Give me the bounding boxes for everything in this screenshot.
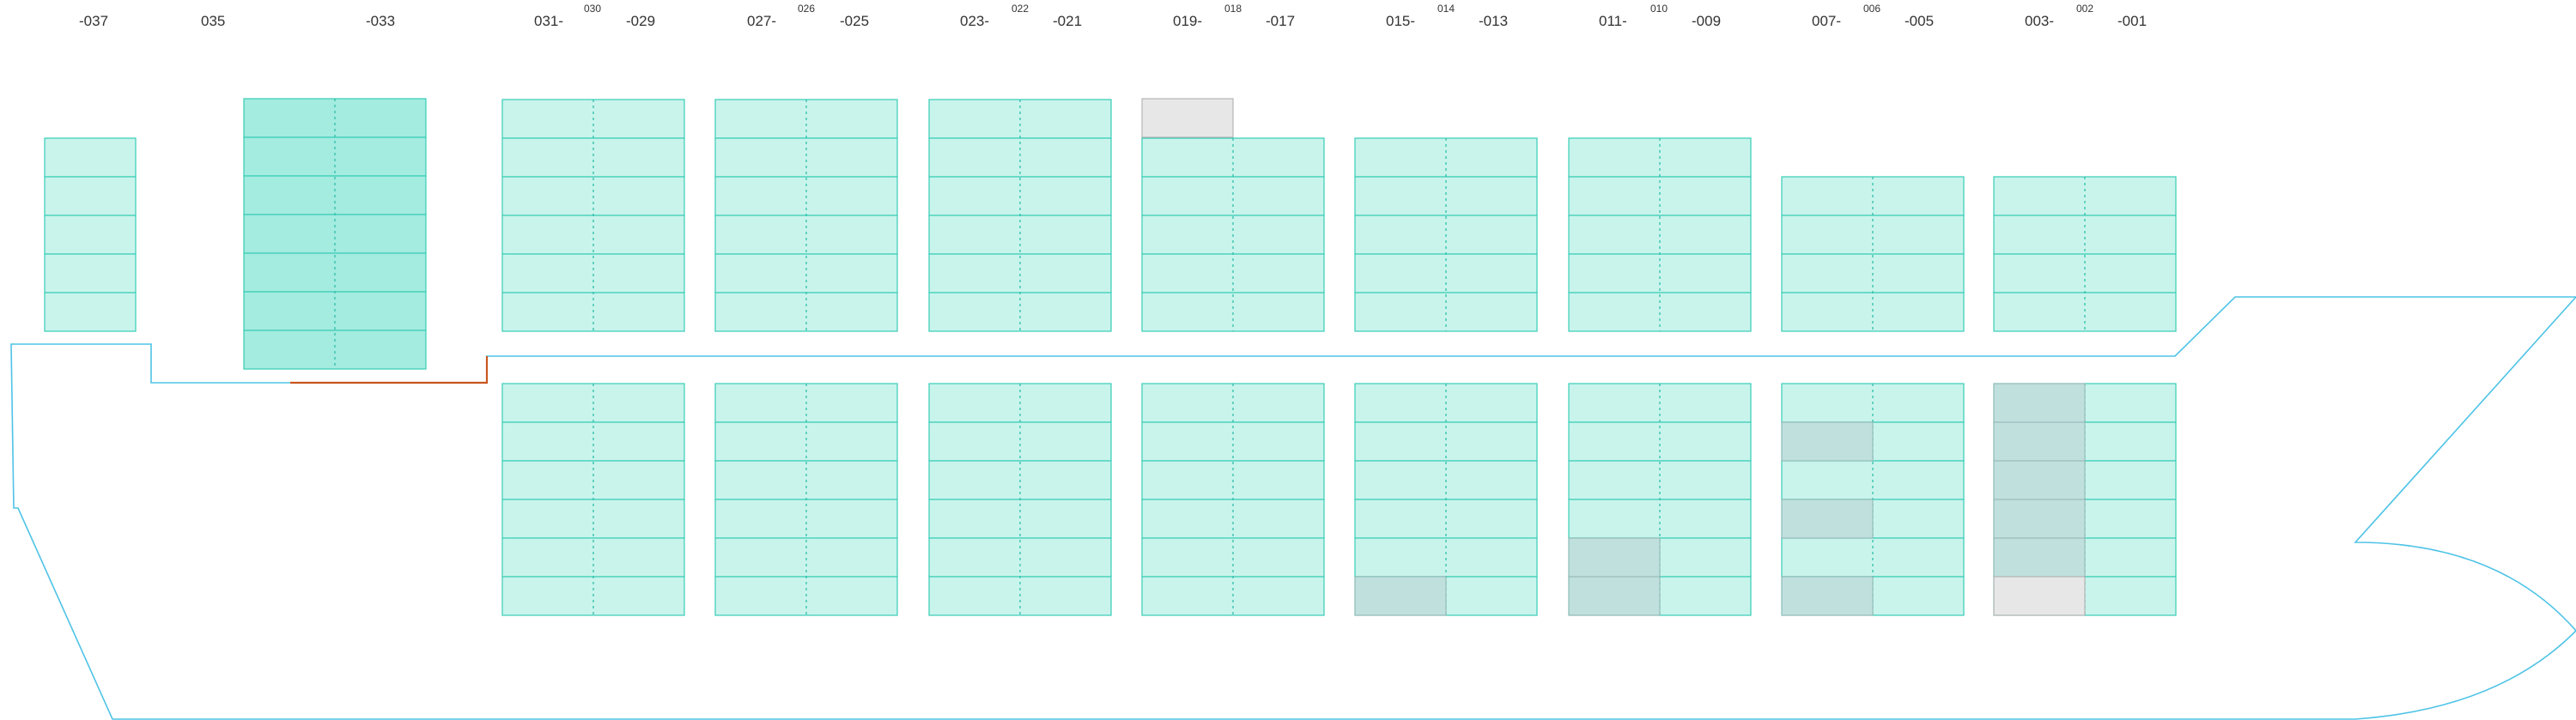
occupied-slot[interactable] [1993, 460, 2086, 500]
bay-label: 030 [584, 3, 601, 15]
container-stack [1568, 383, 1752, 616]
bay-label: -005 [1905, 13, 1934, 29]
container-stack [1781, 176, 1965, 332]
container-slot[interactable] [44, 176, 137, 216]
occupied-slot[interactable] [1781, 576, 1874, 616]
occupied-slot[interactable] [1568, 537, 1661, 578]
container-stack [1993, 176, 2177, 332]
container-stack [1141, 383, 1325, 616]
bay-label: 035 [201, 13, 225, 29]
bay-label: 010 [1650, 3, 1668, 15]
container-slot[interactable] [44, 137, 137, 178]
deck-stacks [44, 98, 2177, 370]
bay-label: 002 [2076, 3, 2093, 15]
occupied-slot[interactable] [1993, 499, 2086, 539]
container-stack [1568, 137, 1752, 332]
container-stack [1354, 383, 1538, 616]
bay-label: -021 [1053, 13, 1082, 29]
bay-label: -025 [840, 13, 869, 29]
container-stack [928, 99, 1112, 332]
occupied-slot[interactable] [1993, 576, 2086, 616]
bay-label: 003- [2025, 13, 2054, 29]
bay-label: -017 [1266, 13, 1295, 29]
occupied-slot[interactable] [1141, 98, 1234, 138]
bay-label: 022 [1012, 3, 1029, 15]
container-stack [1993, 383, 2177, 616]
container-stack [501, 99, 685, 332]
bay-label: 015- [1386, 13, 1415, 29]
bay-labels: -037 035 -033 031- 030 -029 027- 026 -025 023- 022… [79, 3, 2147, 29]
container-slot[interactable] [44, 292, 137, 332]
bay-label: 023- [960, 13, 989, 29]
bay-label: 011- [1599, 13, 1627, 29]
container-slot[interactable] [44, 253, 137, 293]
bay-label: -001 [2117, 13, 2147, 29]
occupied-slot[interactable] [1781, 421, 1874, 462]
container-stack [44, 137, 137, 332]
container-stack [1354, 137, 1538, 332]
container-stack [714, 383, 898, 616]
occupied-slot[interactable] [1993, 421, 2086, 462]
bay-label: 014 [1437, 3, 1455, 15]
bay-label: -013 [1479, 13, 1508, 29]
occupied-slot[interactable] [1993, 383, 2086, 423]
hold-stacks [501, 383, 2177, 616]
bay-label: -009 [1692, 13, 1721, 29]
container-stack [714, 99, 898, 332]
container-slot[interactable] [44, 215, 137, 255]
occupied-slot[interactable] [1781, 499, 1874, 539]
bay-label: 026 [798, 3, 815, 15]
ship-bay-plan: -037 035 -033 031- 030 -029 027- 026 -025 023- 022… [10, 3, 2576, 720]
container-stack [928, 383, 1112, 616]
bay-label: 031- [534, 13, 563, 29]
container-stack [243, 98, 427, 370]
bay-label: 027- [747, 13, 776, 29]
bay-label: 018 [1224, 3, 1242, 15]
bay-label: 007- [1812, 13, 1841, 29]
occupied-slot[interactable] [1568, 576, 1661, 616]
bay-label: 019- [1173, 13, 1202, 29]
container-stack [501, 383, 685, 616]
bay-label: -029 [626, 13, 655, 29]
container-stack [1781, 383, 1965, 616]
container-stack [1141, 137, 1325, 332]
bay-label: -037 [79, 13, 108, 29]
occupied-slot[interactable] [1354, 576, 1447, 616]
bay-label: 006 [1863, 3, 1880, 15]
bay-label: -033 [366, 13, 395, 29]
occupied-slot[interactable] [1993, 537, 2086, 578]
